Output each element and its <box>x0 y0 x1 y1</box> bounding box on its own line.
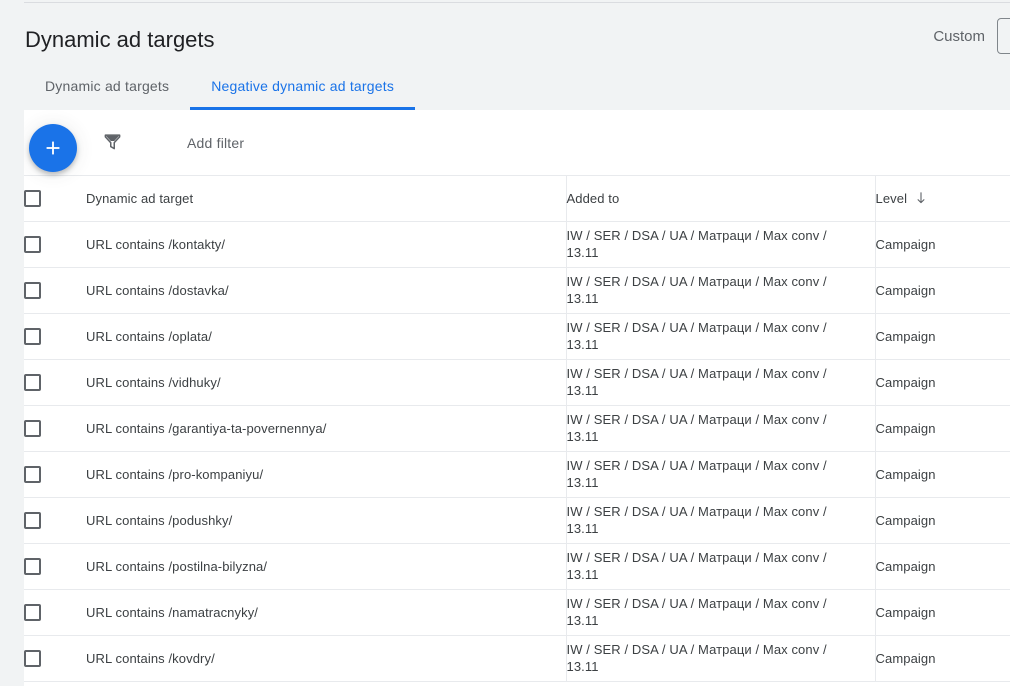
tab-dynamic-ad-targets[interactable]: Dynamic ad targets <box>24 62 190 110</box>
cell-dynamic-ad-target: URL contains /kovdry/ <box>86 635 567 682</box>
row-select-cell <box>24 359 86 406</box>
content-card: Add filter Dynamic ad target Added to Le… <box>24 110 1010 686</box>
row-checkbox[interactable] <box>24 465 41 483</box>
add-target-button[interactable] <box>29 124 77 172</box>
added-to-text: IW / SER / DSA / UA / Матраци / Max conv… <box>566 320 827 352</box>
cell-dynamic-ad-target: URL contains /podushky/ <box>86 497 567 544</box>
added-to-text: IW / SER / DSA / UA / Матраци / Max conv… <box>566 550 827 582</box>
cell-added-to: IW / SER / DSA / UA / Матраци / Max conv… <box>566 589 876 636</box>
table-header-row: Dynamic ad target Added to Level <box>24 176 1010 222</box>
row-select-cell <box>24 543 86 590</box>
table-row[interactable]: URL contains /kovdry/IW / SER / DSA / UA… <box>24 635 1010 682</box>
tab-negative-dynamic-ad-targets[interactable]: Negative dynamic ad targets <box>190 62 415 110</box>
added-to-text: IW / SER / DSA / UA / Матраци / Max conv… <box>566 458 827 490</box>
table-row[interactable]: URL contains /podushky/IW / SER / DSA / … <box>24 497 1010 544</box>
cell-level: Campaign <box>875 497 1010 544</box>
row-select-cell <box>24 451 86 498</box>
select-all-header <box>24 176 86 222</box>
page-header: Dynamic ad targets Custom <box>0 0 1010 62</box>
table-row[interactable]: URL contains /kontakty/IW / SER / DSA / … <box>24 221 1010 268</box>
page-title: Dynamic ad targets <box>25 27 215 52</box>
cell-level: Campaign <box>875 221 1010 268</box>
cell-dynamic-ad-target: URL contains /vidhuky/ <box>86 359 567 406</box>
filter-funnel-icon <box>103 132 122 156</box>
row-checkbox[interactable] <box>24 373 41 391</box>
row-checkbox[interactable] <box>24 419 41 437</box>
row-select-cell <box>24 313 86 360</box>
table-row[interactable]: URL contains /namatracnyky/IW / SER / DS… <box>24 589 1010 636</box>
added-to-text: IW / SER / DSA / UA / Матраци / Max conv… <box>566 274 827 306</box>
dynamic-ad-targets-page: Dynamic ad targets Custom Dynamic ad tar… <box>0 0 1010 686</box>
table-row[interactable]: URL contains /garantiya-ta-povernennya/I… <box>24 405 1010 452</box>
header-right-controls: Custom <box>933 12 1010 54</box>
column-header-dynamic-ad-target[interactable]: Dynamic ad target <box>86 176 567 222</box>
table-row[interactable]: URL contains /pro-kompaniyu/IW / SER / D… <box>24 451 1010 498</box>
row-checkbox[interactable] <box>24 649 41 667</box>
added-to-text: IW / SER / DSA / UA / Матраци / Max conv… <box>566 366 827 398</box>
row-select-cell <box>24 221 86 268</box>
row-select-cell <box>24 497 86 544</box>
added-to-text: IW / SER / DSA / UA / Матраци / Max conv… <box>566 412 827 444</box>
table-body: URL contains /kontakty/IW / SER / DSA / … <box>24 221 1010 682</box>
plus-icon <box>42 137 64 159</box>
cell-added-to: IW / SER / DSA / UA / Матраци / Max conv… <box>566 543 876 590</box>
cell-added-to: IW / SER / DSA / UA / Матраци / Max conv… <box>566 221 876 268</box>
add-filter-button[interactable]: Add filter <box>187 135 244 151</box>
row-checkbox[interactable] <box>24 281 41 299</box>
cell-dynamic-ad-target: URL contains /oplata/ <box>86 313 567 360</box>
added-to-text: IW / SER / DSA / UA / Матраци / Max conv… <box>566 596 827 628</box>
row-select-cell <box>24 635 86 682</box>
row-checkbox[interactable] <box>24 603 41 621</box>
tab-bar: Dynamic ad targets Negative dynamic ad t… <box>0 62 1010 110</box>
cell-level: Campaign <box>875 359 1010 406</box>
sort-descending-icon <box>914 191 928 205</box>
column-header-added-to[interactable]: Added to <box>566 176 876 222</box>
row-select-cell <box>24 267 86 314</box>
row-checkbox[interactable] <box>24 511 41 529</box>
added-to-text: IW / SER / DSA / UA / Матраци / Max conv… <box>566 228 827 260</box>
cell-dynamic-ad-target: URL contains /dostavka/ <box>86 267 567 314</box>
cell-level: Campaign <box>875 405 1010 452</box>
filter-funnel-button[interactable] <box>98 130 126 158</box>
date-range-label[interactable]: Custom <box>933 28 985 45</box>
cell-dynamic-ad-target: URL contains /pro-kompaniyu/ <box>86 451 567 498</box>
column-header-level[interactable]: Level <box>875 176 1010 222</box>
table-row[interactable]: URL contains /vidhuky/IW / SER / DSA / U… <box>24 359 1010 406</box>
table-header: Dynamic ad target Added to Level <box>24 176 1010 222</box>
cell-dynamic-ad-target: URL contains /kontakty/ <box>86 221 567 268</box>
added-to-text: IW / SER / DSA / UA / Матраци / Max conv… <box>566 642 827 674</box>
table-toolbar: Add filter <box>24 110 1010 176</box>
cell-level: Campaign <box>875 451 1010 498</box>
table-row[interactable]: URL contains /postilna-bilyzna/IW / SER … <box>24 543 1010 590</box>
cell-dynamic-ad-target: URL contains /garantiya-ta-povernennya/ <box>86 405 567 452</box>
cell-dynamic-ad-target: URL contains /postilna-bilyzna/ <box>86 543 567 590</box>
cell-added-to: IW / SER / DSA / UA / Матраци / Max conv… <box>566 359 876 406</box>
added-to-text: IW / SER / DSA / UA / Матраци / Max conv… <box>566 504 827 536</box>
select-all-checkbox[interactable] <box>24 189 41 207</box>
cell-added-to: IW / SER / DSA / UA / Матраци / Max conv… <box>566 313 876 360</box>
cell-added-to: IW / SER / DSA / UA / Матраци / Max conv… <box>566 635 876 682</box>
date-range-picker[interactable] <box>997 18 1010 54</box>
table-row[interactable]: URL contains /oplata/IW / SER / DSA / UA… <box>24 313 1010 360</box>
cell-added-to: IW / SER / DSA / UA / Матраци / Max conv… <box>566 405 876 452</box>
cell-added-to: IW / SER / DSA / UA / Матраци / Max conv… <box>566 451 876 498</box>
cell-level: Campaign <box>875 589 1010 636</box>
cell-added-to: IW / SER / DSA / UA / Матраци / Max conv… <box>566 267 876 314</box>
row-select-cell <box>24 405 86 452</box>
cell-level: Campaign <box>875 313 1010 360</box>
column-header-level-label: Level <box>875 190 908 206</box>
cell-added-to: IW / SER / DSA / UA / Матраци / Max conv… <box>566 497 876 544</box>
row-checkbox[interactable] <box>24 235 41 253</box>
row-select-cell <box>24 589 86 636</box>
cell-level: Campaign <box>875 267 1010 314</box>
row-checkbox[interactable] <box>24 557 41 575</box>
cell-level: Campaign <box>875 635 1010 682</box>
dynamic-ad-targets-table: Dynamic ad target Added to Level URL con… <box>24 176 1010 682</box>
row-checkbox[interactable] <box>24 327 41 345</box>
cell-dynamic-ad-target: URL contains /namatracnyky/ <box>86 589 567 636</box>
table-row[interactable]: URL contains /dostavka/IW / SER / DSA / … <box>24 267 1010 314</box>
cell-level: Campaign <box>875 543 1010 590</box>
